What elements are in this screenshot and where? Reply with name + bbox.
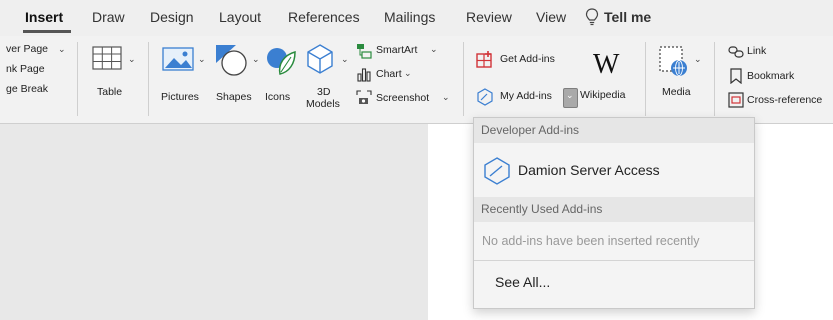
- page-break-label: ge Break: [6, 83, 49, 95]
- link-button[interactable]: Link: [728, 44, 828, 62]
- tab-design[interactable]: Design: [150, 9, 194, 25]
- chart-icon: [357, 68, 371, 82]
- bookmark-label: Bookmark: [747, 70, 795, 82]
- chevron-down-icon: ⌄: [404, 68, 412, 78]
- shapes-icon: [216, 45, 247, 76]
- tab-tell-me[interactable]: Tell me: [604, 9, 651, 25]
- screenshot-icon: [356, 90, 372, 104]
- group-divider: [77, 42, 78, 116]
- my-addins-label: My Add-ins: [500, 90, 552, 102]
- tab-view[interactable]: View: [536, 9, 566, 25]
- chevron-down-icon: ⌄: [566, 90, 574, 100]
- tab-layout[interactable]: Layout: [219, 9, 261, 25]
- table-button[interactable]: ⌄ Table: [86, 40, 142, 118]
- cube-icon: [307, 44, 333, 74]
- shapes-label: Shapes: [216, 91, 252, 103]
- picture-icon: [162, 47, 194, 71]
- cover-page-label: ver Page: [6, 43, 49, 55]
- lightbulb-icon: [585, 8, 599, 26]
- addin-item-label: Damion Server Access: [518, 162, 660, 178]
- 3d-label-line2: Models: [306, 98, 340, 110]
- screenshot-button[interactable]: Screenshot ⌄: [356, 90, 466, 108]
- group-divider: [645, 42, 646, 116]
- pictures-label: Pictures: [161, 91, 199, 103]
- wikipedia-icon: W: [593, 49, 620, 80]
- cover-page-button[interactable]: ver Page ⌄: [0, 42, 75, 58]
- group-divider: [148, 42, 149, 116]
- smartart-label: SmartArt: [376, 44, 418, 56]
- media-icon: [659, 46, 687, 76]
- chevron-down-icon: ⌄: [198, 54, 206, 64]
- 3d-label-line1: 3D: [317, 86, 331, 98]
- wikipedia-label: Wikipedia: [580, 89, 626, 101]
- 3d-models-button[interactable]: ⌄ 3D Models: [303, 40, 353, 120]
- no-recent-addins-text: No add-ins have been inserted recently: [482, 234, 700, 248]
- addin-hexagon-icon: [484, 157, 510, 185]
- blank-page-label: nk Page: [6, 63, 45, 75]
- addin-item-damion-server-access[interactable]: Damion Server Access: [474, 149, 754, 193]
- get-addins-label: Get Add-ins: [500, 53, 555, 65]
- chevron-down-icon: ⌄: [430, 44, 438, 54]
- chevron-down-icon: ⌄: [694, 54, 702, 64]
- chevron-down-icon: ⌄: [252, 54, 260, 64]
- pictures-button[interactable]: ⌄ Pictures: [158, 40, 210, 118]
- tab-review[interactable]: Review: [466, 9, 512, 25]
- blank-page-button[interactable]: nk Page: [0, 62, 75, 78]
- shapes-button[interactable]: ⌄ Shapes: [212, 40, 262, 118]
- media-label: Media: [662, 86, 691, 98]
- cross-reference-label: Cross-reference: [747, 94, 823, 106]
- tab-references[interactable]: References: [288, 9, 360, 25]
- chevron-down-icon: ⌄: [58, 44, 66, 54]
- bookmark-button[interactable]: Bookmark: [728, 68, 828, 86]
- smartart-button[interactable]: SmartArt ⌄: [356, 43, 456, 61]
- chevron-down-icon: ⌄: [442, 92, 450, 102]
- insert-ribbon: ver Page ⌄ nk Page ge Break ⌄ Table ⌄ Pi…: [0, 36, 833, 124]
- my-addins-dropdown-toggle[interactable]: ⌄: [563, 88, 578, 108]
- icons-label: Icons: [265, 91, 291, 103]
- icons-icon: [267, 48, 296, 75]
- smartart-icon: [357, 44, 372, 59]
- media-button[interactable]: ⌄ Media: [652, 40, 710, 118]
- recently-used-header: Recently Used Add-ins: [474, 197, 754, 222]
- chart-label: Chart: [376, 68, 402, 80]
- cross-reference-button[interactable]: Cross-reference: [728, 92, 833, 110]
- get-addins-button[interactable]: Get Add-ins: [476, 50, 574, 70]
- group-divider: [714, 42, 715, 116]
- my-addins-menu: Developer Add-ins Damion Server Access R…: [473, 117, 755, 309]
- store-icon: [476, 51, 492, 68]
- chart-button[interactable]: Chart ⌄: [356, 66, 456, 84]
- table-label: Table: [97, 86, 123, 98]
- chevron-down-icon: ⌄: [128, 54, 136, 64]
- see-all-button[interactable]: See All...: [474, 266, 754, 300]
- developer-addins-header: Developer Add-ins: [474, 118, 754, 143]
- tab-draw[interactable]: Draw: [92, 9, 125, 25]
- icons-button[interactable]: Icons: [262, 40, 302, 118]
- chevron-down-icon: ⌄: [341, 54, 349, 64]
- wikipedia-button[interactable]: W Wikipedia: [580, 40, 642, 118]
- group-divider: [463, 42, 464, 116]
- link-icon: [728, 46, 744, 58]
- addin-hexagon-icon: [477, 88, 493, 106]
- menu-divider: [474, 260, 754, 261]
- tab-mailings[interactable]: Mailings: [384, 9, 435, 25]
- table-icon: [92, 46, 122, 70]
- see-all-label: See All...: [495, 274, 551, 290]
- screenshot-label: Screenshot: [376, 92, 430, 104]
- bookmark-icon: [730, 68, 742, 84]
- ribbon-tabs: Insert Draw Design Layout References Mai…: [0, 0, 833, 36]
- link-label: Link: [747, 45, 767, 57]
- cross-reference-icon: [728, 92, 744, 108]
- page-break-button[interactable]: ge Break: [0, 82, 75, 98]
- tab-insert[interactable]: Insert: [25, 9, 63, 25]
- active-tab-indicator: [23, 30, 71, 33]
